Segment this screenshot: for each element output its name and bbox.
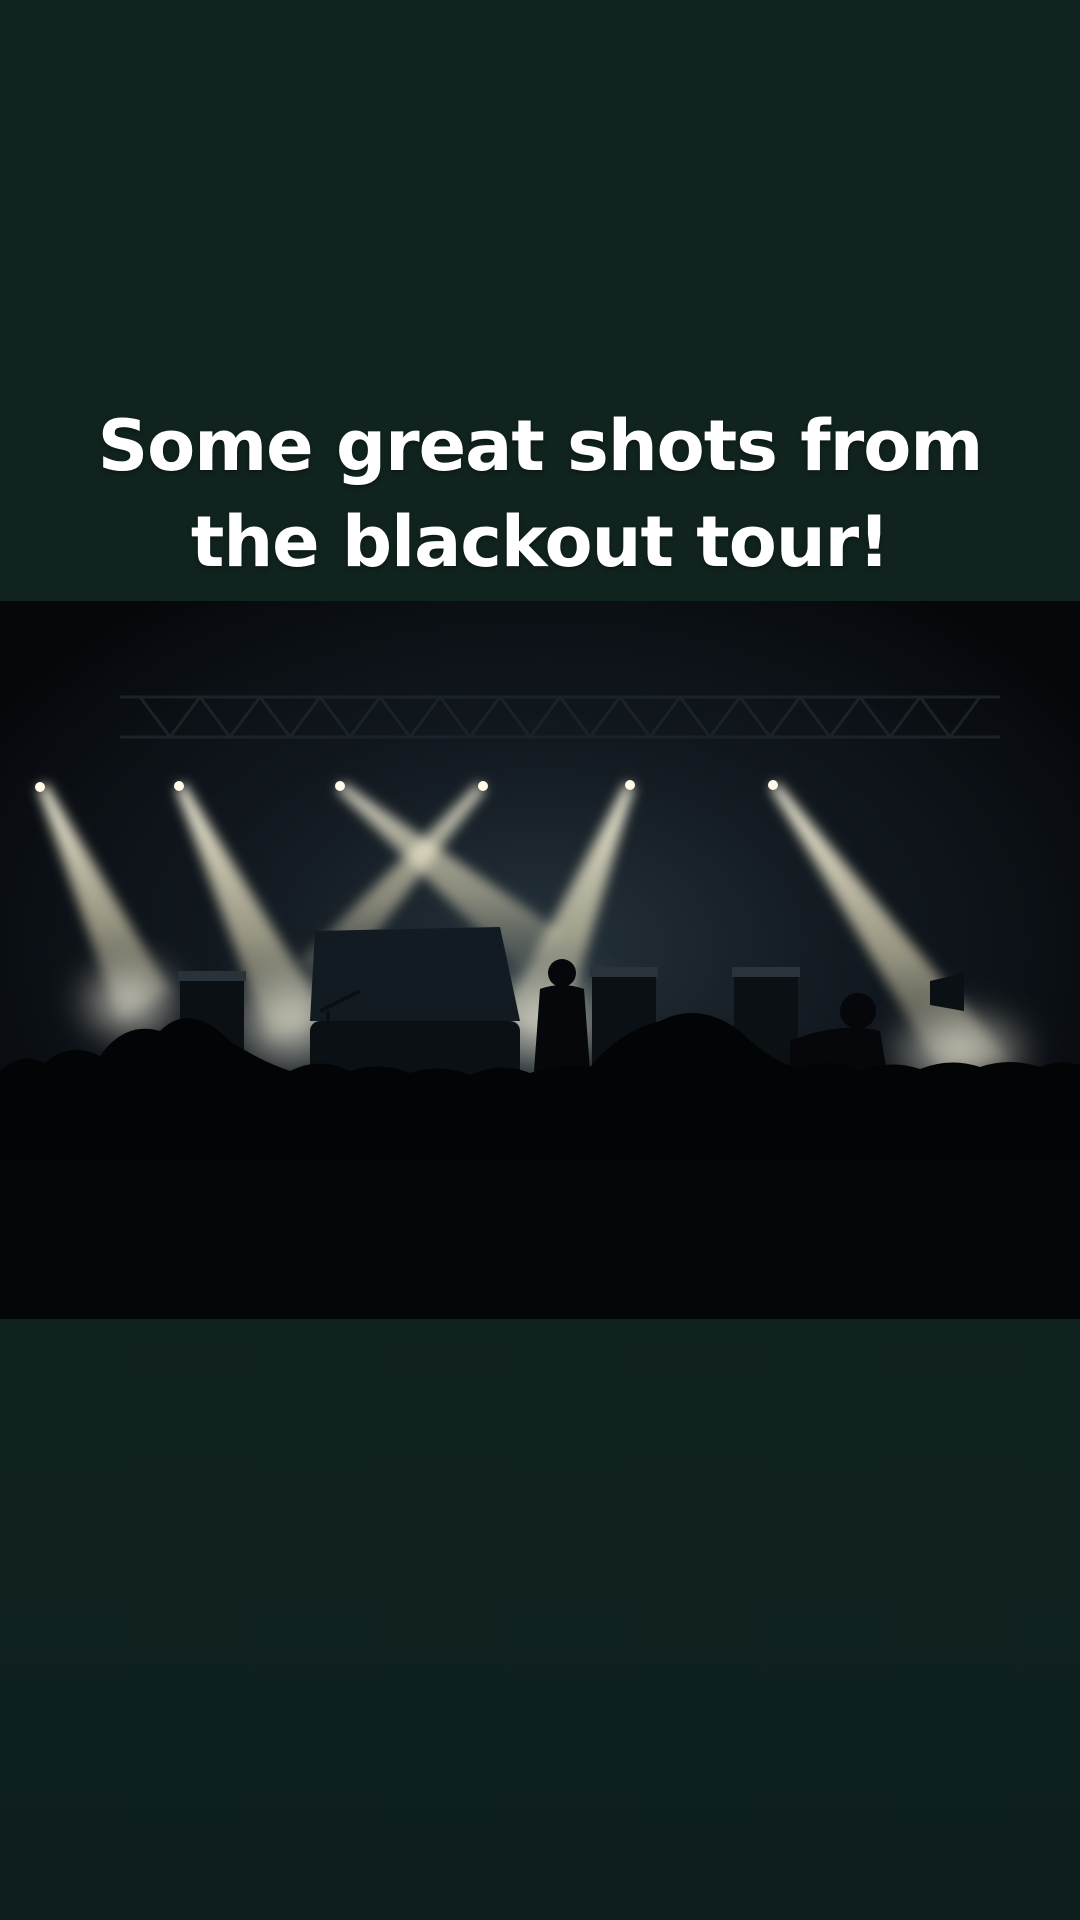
caption-line-1: Some great shots from <box>97 405 984 487</box>
caption-line-2: the blackout tour! <box>190 501 890 583</box>
concert-photo[interactable] <box>0 601 1080 1319</box>
post-caption: Some great shots from the blackout tour! <box>0 398 1080 590</box>
video-post-screen: Some great shots from the blackout tour! <box>0 0 1080 1920</box>
concert-stage-illustration <box>0 601 1080 1319</box>
